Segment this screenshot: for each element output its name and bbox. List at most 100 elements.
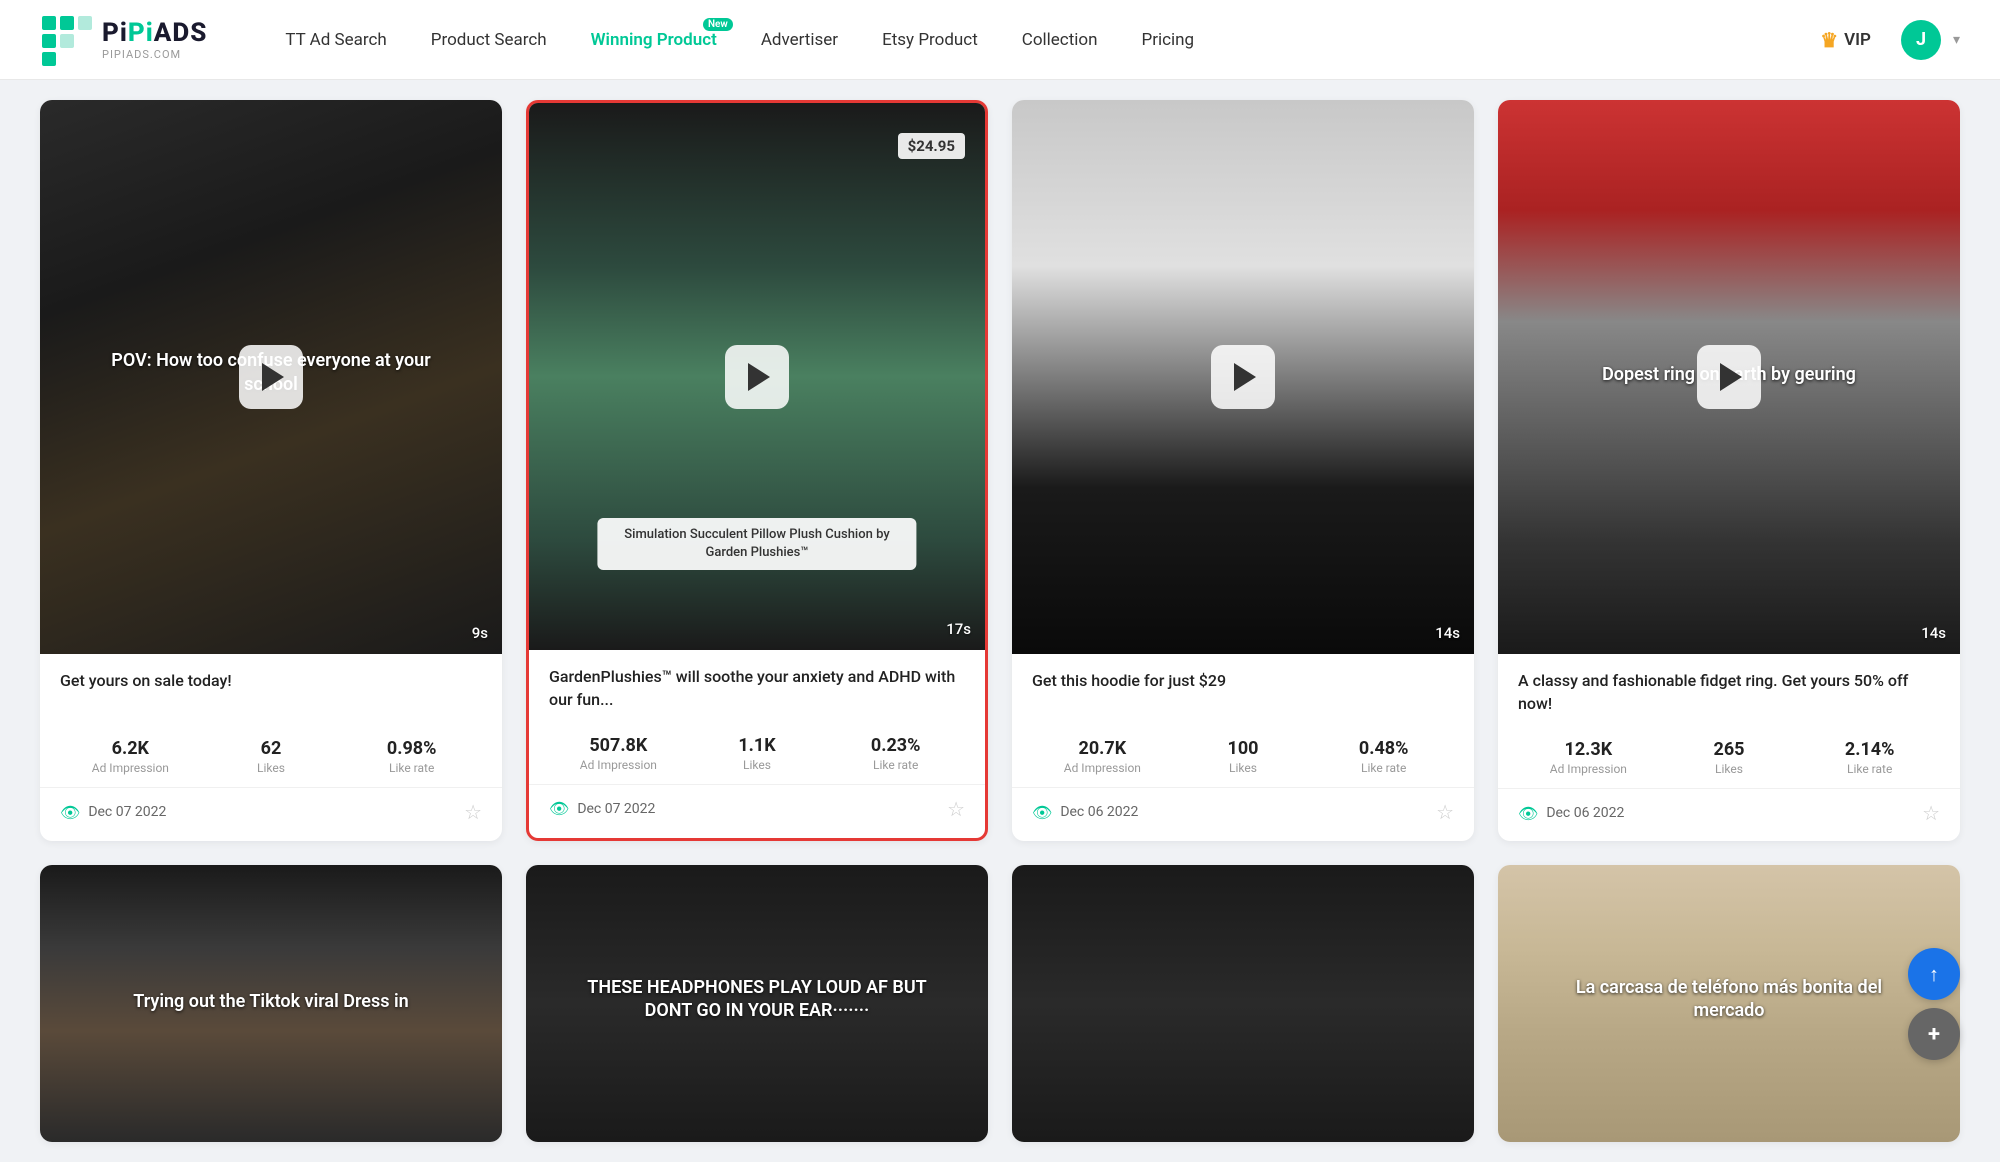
duration-badge: 14s <box>1921 624 1946 642</box>
user-menu-arrow[interactable]: ▾ <box>1953 32 1960 48</box>
nav-etsy-product[interactable]: Etsy Product <box>864 22 996 58</box>
stat-impression-value: 6.2K <box>60 738 201 759</box>
duration-badge: 14s <box>1435 624 1460 642</box>
card-thumbnail: THESE HEADPHONES PLAY LOUD AF BUT DONT G… <box>526 865 988 1142</box>
nav-pricing[interactable]: Pricing <box>1124 22 1213 58</box>
vip-button[interactable]: ♛ VIP <box>1802 20 1889 60</box>
stat-likes: 62 Likes <box>201 738 342 775</box>
stat-rate-label: Like rate <box>1799 762 1940 776</box>
header: PiPiADS PIPIADS.COM TT Ad Search Product… <box>0 0 2000 80</box>
card-thumbnail: POV: How too confuse everyone at your sc… <box>40 100 502 654</box>
ad-card[interactable] <box>1012 865 1474 1142</box>
main-nav: TT Ad Search Product Search New Winning … <box>267 22 1802 58</box>
stat-impression-label: Ad Impression <box>1032 761 1173 775</box>
duration-badge: 17s <box>946 620 971 638</box>
stat-likes-value: 265 <box>1659 739 1800 760</box>
stat-rate-value: 2.14% <box>1799 739 1940 760</box>
card-date: 👁 Dec 07 2022 <box>549 799 655 818</box>
eye-icon: 👁 <box>1032 803 1052 822</box>
logo[interactable]: PiPiADS PIPIADS.COM <box>40 14 207 66</box>
nav-advertiser[interactable]: Advertiser <box>743 22 856 58</box>
stats-row: 507.8K Ad Impression 1.1K Likes 0.23% Li… <box>549 723 965 784</box>
thumb-overlay-text: THESE HEADPHONES PLAY LOUD AF BUT DONT G… <box>572 976 942 1023</box>
nav-product-search[interactable]: Product Search <box>413 22 565 58</box>
card-thumbnail: $24.95 Simulation Succulent Pillow Plush… <box>529 103 985 650</box>
date-text: Dec 06 2022 <box>1546 805 1624 821</box>
ad-card[interactable]: La carcasa de teléfono más bonita del me… <box>1498 865 1960 1142</box>
nav-tt-ad-search[interactable]: TT Ad Search <box>267 22 404 58</box>
stat-like-rate: 0.98% Like rate <box>341 738 482 775</box>
nav-winning-product[interactable]: New Winning Product <box>573 22 735 58</box>
ad-card[interactable]: Trying out the Tiktok viral Dress in <box>40 865 502 1142</box>
date-text: Dec 07 2022 <box>577 801 655 817</box>
ad-card[interactable]: Dopest ring on earth by geuring 14s A cl… <box>1498 100 1960 841</box>
help-button[interactable]: + <box>1908 1008 1960 1060</box>
stat-rate-label: Like rate <box>826 758 965 772</box>
user-avatar[interactable]: J <box>1901 20 1941 60</box>
stat-ad-impression: 20.7K Ad Impression <box>1032 738 1173 775</box>
stat-impression-label: Ad Impression <box>1518 762 1659 776</box>
crown-icon: ♛ <box>1820 28 1838 52</box>
scroll-top-button[interactable]: ↑ <box>1908 948 1960 1000</box>
card-footer: 👁 Dec 06 2022 ☆ <box>1498 788 1960 841</box>
card-title: GardenPlushies™ will soothe your anxiety… <box>549 666 965 711</box>
stat-ad-impression: 507.8K Ad Impression <box>549 735 688 772</box>
stat-likes-value: 1.1K <box>688 735 827 756</box>
card-body: Get this hoodie for just $29 20.7K Ad Im… <box>1012 654 1474 787</box>
play-button[interactable] <box>239 345 303 409</box>
eye-icon: 👁 <box>60 803 80 822</box>
play-button[interactable] <box>1211 345 1275 409</box>
eye-icon: 👁 <box>549 799 569 818</box>
stat-likes-label: Likes <box>1659 762 1800 776</box>
favorite-button[interactable]: ☆ <box>947 797 965 821</box>
stat-likes: 265 Likes <box>1659 739 1800 776</box>
stat-likes-label: Likes <box>688 758 827 772</box>
ad-card-highlighted[interactable]: $24.95 Simulation Succulent Pillow Plush… <box>526 100 988 841</box>
stat-likes: 100 Likes <box>1173 738 1314 775</box>
logo-icon <box>40 14 92 66</box>
card-title: Get yours on sale today! <box>60 670 482 714</box>
play-button[interactable] <box>725 345 789 409</box>
card-body: Get yours on sale today! 6.2K Ad Impress… <box>40 654 502 787</box>
card-thumbnail: La carcasa de teléfono más bonita del me… <box>1498 865 1960 1142</box>
play-button[interactable] <box>1697 345 1761 409</box>
stat-likes-value: 62 <box>201 738 342 759</box>
date-text: Dec 06 2022 <box>1060 804 1138 820</box>
stat-ad-impression: 12.3K Ad Impression <box>1518 739 1659 776</box>
card-footer: 👁 Dec 07 2022 ☆ <box>40 787 502 840</box>
stat-likes-value: 100 <box>1173 738 1314 759</box>
header-right: ♛ VIP J ▾ <box>1802 20 1960 60</box>
thumbnail-inner: 14s <box>1012 100 1474 654</box>
stat-impression-value: 507.8K <box>549 735 688 756</box>
card-footer: 👁 Dec 07 2022 ☆ <box>529 784 985 837</box>
stat-rate-value: 0.48% <box>1313 738 1454 759</box>
stat-like-rate: 0.23% Like rate <box>826 735 965 772</box>
main-content: POV: How too confuse everyone at your sc… <box>0 80 2000 1162</box>
stats-row: 6.2K Ad Impression 62 Likes 0.98% Like r… <box>60 726 482 787</box>
nav-collection[interactable]: Collection <box>1004 22 1116 58</box>
favorite-button[interactable]: ☆ <box>1436 800 1454 824</box>
stats-row: 20.7K Ad Impression 100 Likes 0.48% Like… <box>1032 726 1454 787</box>
card-thumbnail: Dopest ring on earth by geuring 14s <box>1498 100 1960 654</box>
favorite-button[interactable]: ☆ <box>1922 801 1940 825</box>
card-thumbnail: 14s <box>1012 100 1474 654</box>
stat-impression-label: Ad Impression <box>549 758 688 772</box>
card-title: A classy and fashionable fidget ring. Ge… <box>1518 670 1940 715</box>
thumbnail-inner: Dopest ring on earth by geuring 14s <box>1498 100 1960 654</box>
nav-badge-new: New <box>703 18 733 31</box>
card-title: Get this hoodie for just $29 <box>1032 670 1454 714</box>
card-footer: 👁 Dec 06 2022 ☆ <box>1012 787 1474 840</box>
ad-card[interactable]: THESE HEADPHONES PLAY LOUD AF BUT DONT G… <box>526 865 988 1142</box>
ad-card[interactable]: POV: How too confuse everyone at your sc… <box>40 100 502 841</box>
logo-brand: PiPiADS <box>102 18 207 48</box>
thumbnail-inner: La carcasa de teléfono más bonita del me… <box>1498 865 1960 1142</box>
logo-domain: PIPIADS.COM <box>102 48 207 61</box>
stat-rate-value: 0.98% <box>341 738 482 759</box>
card-date: 👁 Dec 06 2022 <box>1032 803 1138 822</box>
thumb-overlay-text: La carcasa de teléfono más bonita del me… <box>1544 976 1914 1023</box>
stat-impression-label: Ad Impression <box>60 761 201 775</box>
ad-card[interactable]: 14s Get this hoodie for just $29 20.7K A… <box>1012 100 1474 841</box>
favorite-button[interactable]: ☆ <box>464 800 482 824</box>
card-thumbnail: Trying out the Tiktok viral Dress in <box>40 865 502 1142</box>
eye-icon: 👁 <box>1518 804 1538 823</box>
